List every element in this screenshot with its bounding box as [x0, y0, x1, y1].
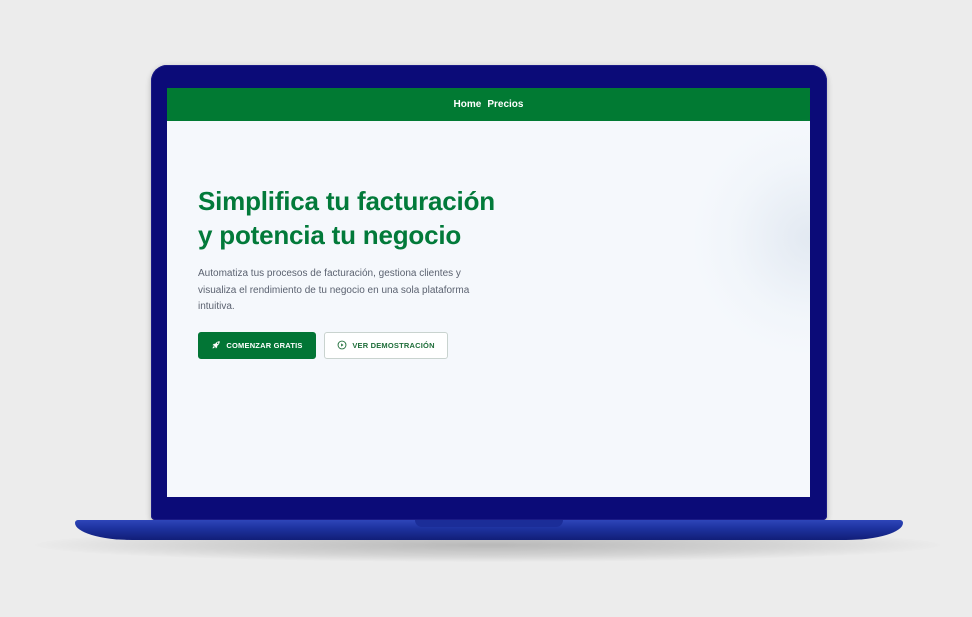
start-free-button[interactable]: COMENZAR GRATIS [198, 331, 316, 359]
hero-section: Simplifica tu facturación y potencia tu … [198, 184, 498, 359]
background-glow [690, 118, 810, 358]
rocket-icon [211, 340, 221, 350]
laptop-lid: Home Precios Simplifica tu facturación y… [151, 65, 827, 520]
nav-item-home[interactable]: Home [454, 99, 482, 110]
start-free-button-label: COMENZAR GRATIS [226, 340, 303, 350]
top-navbar: Home Precios [167, 88, 810, 121]
hero-description: Automatiza tus procesos de facturación, … [198, 268, 470, 312]
hero-title: Simplifica tu facturación y potencia tu … [198, 186, 495, 250]
watch-demo-button-label: VER DEMOSTRACIÓN [352, 340, 435, 350]
laptop-base [75, 520, 903, 540]
laptop-screen: Home Precios Simplifica tu facturación y… [167, 88, 810, 497]
play-circle-icon [337, 340, 347, 350]
laptop-mockup-stage: Home Precios Simplifica tu facturación y… [0, 0, 972, 617]
watch-demo-button[interactable]: VER DEMOSTRACIÓN [324, 331, 448, 359]
nav-item-precios[interactable]: Precios [487, 99, 523, 110]
laptop-base-notch [415, 520, 563, 527]
hero-actions: COMENZAR GRATIS VER DEMOSTRACIÓN [198, 331, 498, 359]
